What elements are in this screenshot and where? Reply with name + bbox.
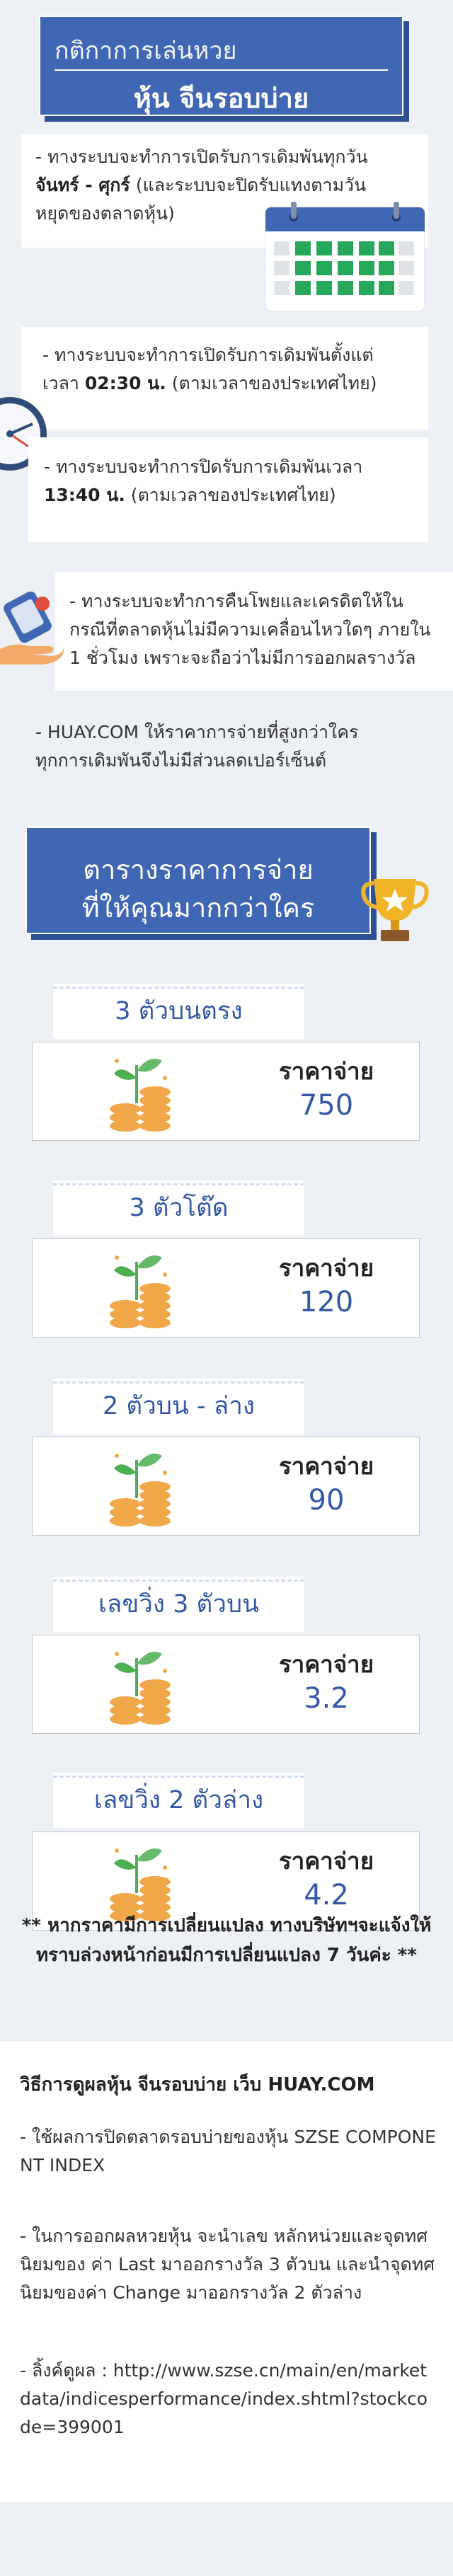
ribbon-dash	[53, 987, 304, 989]
price-value: 4.2	[304, 1879, 349, 1911]
rule-payout-text: - HUAY.COM ให้ราคาการจ่ายที่สูงกว่าใคร ท…	[35, 718, 439, 775]
price-name-text: 3 ตัวโต๊ด	[129, 1194, 229, 1222]
header-panel: กติกาการเล่นหวย หุ้น จีนรอบบ่าย	[39, 16, 403, 116]
rule-close-line1: - ทางระบบจะทำการปิดรับการเดิมพันเวลา	[44, 456, 363, 477]
price-table-banner: ตารางราคาการจ่าย ที่ให้คุณมากกว่าใคร	[25, 827, 377, 940]
howto-title: วิธีการดูผลหุ้น จีนรอบบ่าย เว็บ HUAY.COM	[20, 2074, 375, 2095]
howto-step-digits: - ในการออกผลหวยหุ้น จะนำเลข หลักหน่วยและ…	[20, 2226, 435, 2303]
price-label: ราคาจ่าย	[278, 1452, 374, 1480]
price-label: ราคาจ่าย	[278, 1650, 374, 1678]
price-item-name: 3 ตัวบนตรง	[53, 984, 304, 1039]
coin-plant-icon	[110, 1652, 171, 1725]
rule-card-open-time: - ทางระบบจะทำการเปิดรับการเดิมพันตั้งแต่…	[21, 327, 428, 430]
price-item-name: เลขวิ่ง 2 ตัวล่าง	[53, 1773, 304, 1828]
refund-hand-icon	[0, 591, 64, 665]
price-label: ราคาจ่าย	[278, 1057, 374, 1085]
price-banner-line2: ที่ให้คุณมากกว่าใคร	[81, 892, 315, 924]
rule-close-suffix: (ตามเวลาของประเทศไทย)	[125, 485, 336, 505]
note-line2: ทราบล่วงหน้าก่อนมีการเปลี่ยนแปลง 7 วันค่…	[36, 1945, 417, 1966]
price-card: ราคาจ่าย 90	[32, 1437, 420, 1536]
rule-payout-line1: - HUAY.COM ให้ราคาการจ่ายที่สูงกว่าใคร	[35, 722, 359, 742]
trophy-icon	[361, 879, 429, 941]
rule-close-time: 13:40 น.	[44, 485, 125, 505]
price-name-text: 2 ตัวบน - ล่าง	[103, 1392, 255, 1420]
ribbon-dash	[53, 1381, 304, 1384]
price-item-name: 3 ตัวโต๊ด	[53, 1180, 304, 1236]
rule-open-prefix: เวลา	[42, 373, 85, 393]
rule-close-line2: 13:40 น. (ตามเวลาของประเทศไทย)	[44, 481, 413, 510]
rule-payout-line2: ทุกการเดิมพันจึงไม่มีส่วนลดเปอร์เซ็นต์	[35, 750, 327, 771]
header-divider	[55, 69, 388, 71]
coin-plant-icon	[110, 1454, 171, 1526]
rule-card-refund: - ทางระบบจะทำการคืนโพยและเครดิตให้ใน กรณ…	[55, 572, 453, 691]
calendar-icon	[265, 202, 425, 311]
rule-open-line1: - ทางระบบจะทำการเปิดรับการเดิมพันตั้งแต่	[42, 345, 374, 365]
rule-days-line2: จันทร์ - ศุกร์ (และระบบจะปิดรับแทงตามวัน	[35, 171, 414, 200]
price-value: 750	[299, 1089, 354, 1122]
price-item-name: 2 ตัวบน - ล่าง	[53, 1379, 304, 1434]
ribbon-dash	[53, 1183, 304, 1185]
price-change-note: ** หากราคามีการเปลี่ยนแปลง ทางบริษัทฯจะแ…	[14, 1911, 439, 1970]
rule-open-suffix: (ตามเวลาของประเทศไทย)	[166, 373, 377, 393]
price-label: ราคาจ่าย	[278, 1254, 374, 1282]
price-card: ราคาจ่าย 750	[32, 1042, 420, 1141]
coin-plant-icon	[110, 1255, 171, 1328]
price-name-text: 3 ตัวบนตรง	[115, 997, 243, 1025]
rule-refund-line1: - ทางระบบจะทำการคืนโพยและเครดิตให้ใน	[69, 591, 403, 611]
price-value: 3.2	[304, 1682, 349, 1715]
price-value: 90	[308, 1484, 345, 1517]
price-banner-line1: ตารางราคาการจ่าย	[83, 854, 314, 885]
page-title: หุ้น จีนรอบบ่าย	[133, 83, 309, 114]
header-subtitle: กติกาการเล่นหวย	[55, 37, 237, 65]
price-item-name: เลขวิ่ง 3 ตัวบน	[53, 1577, 304, 1632]
price-name-text: เลขวิ่ง 3 ตัวบน	[98, 1590, 260, 1618]
ribbon-dash	[53, 1580, 304, 1582]
price-card: ราคาจ่าย 3.2	[32, 1635, 420, 1734]
ribbon-dash	[53, 1776, 304, 1778]
howto-step-index: - ใช้ผลการปิดตลาดรอบบ่ายของหุ้น SZSE COM…	[20, 2127, 436, 2175]
rule-card-close-time: - ทางระบบจะทำการปิดรับการเดิมพันเวลา 13:…	[28, 437, 428, 542]
price-value: 120	[299, 1286, 354, 1318]
rule-days-line1: - ทางระบบจะทำการเปิดรับการเดิมพันทุกวัน	[35, 146, 368, 167]
howto-section: วิธีการดูผลหุ้น จีนรอบบ่าย เว็บ HUAY.COM…	[0, 2042, 453, 2502]
price-card: ราคาจ่าย 120	[32, 1238, 420, 1338]
rule-open-time: 02:30 น.	[84, 373, 166, 393]
coin-plant-icon	[110, 1059, 171, 1132]
rule-days-highlight: จันทร์ - ศุกร์	[35, 175, 130, 195]
rule-open-line2: เวลา 02:30 น. (ตามเวลาของประเทศไทย)	[42, 369, 407, 398]
note-line1: ** หากราคามีการเปลี่ยนแปลง ทางบริษัทฯจะแ…	[21, 1915, 432, 1936]
rule-days-suffix: (และระบบจะปิดรับแทงตามวัน	[130, 175, 367, 195]
price-label: ราคาจ่าย	[278, 1847, 374, 1875]
rule-refund-line2: กรณีที่ตลาดหุ้นไม่มีความเคลื่อนไหวใดๆ ภา…	[69, 619, 431, 640]
rule-refund-line3: 1 ชั่วโมง เพราะจะถือว่าไม่มีการออกผลรางว…	[69, 648, 416, 668]
howto-step-link: - ลิ้งค์ดูผล : http://www.szse.cn/main/e…	[20, 2360, 428, 2437]
price-name-text: เลขวิ่ง 2 ตัวล่าง	[93, 1786, 264, 1815]
header-banner: กติกาการเล่นหวย หุ้น จีนรอบบ่าย	[39, 16, 409, 122]
price-banner-panel: ตารางราคาการจ่าย ที่ให้คุณมากกว่าใคร	[25, 827, 371, 934]
